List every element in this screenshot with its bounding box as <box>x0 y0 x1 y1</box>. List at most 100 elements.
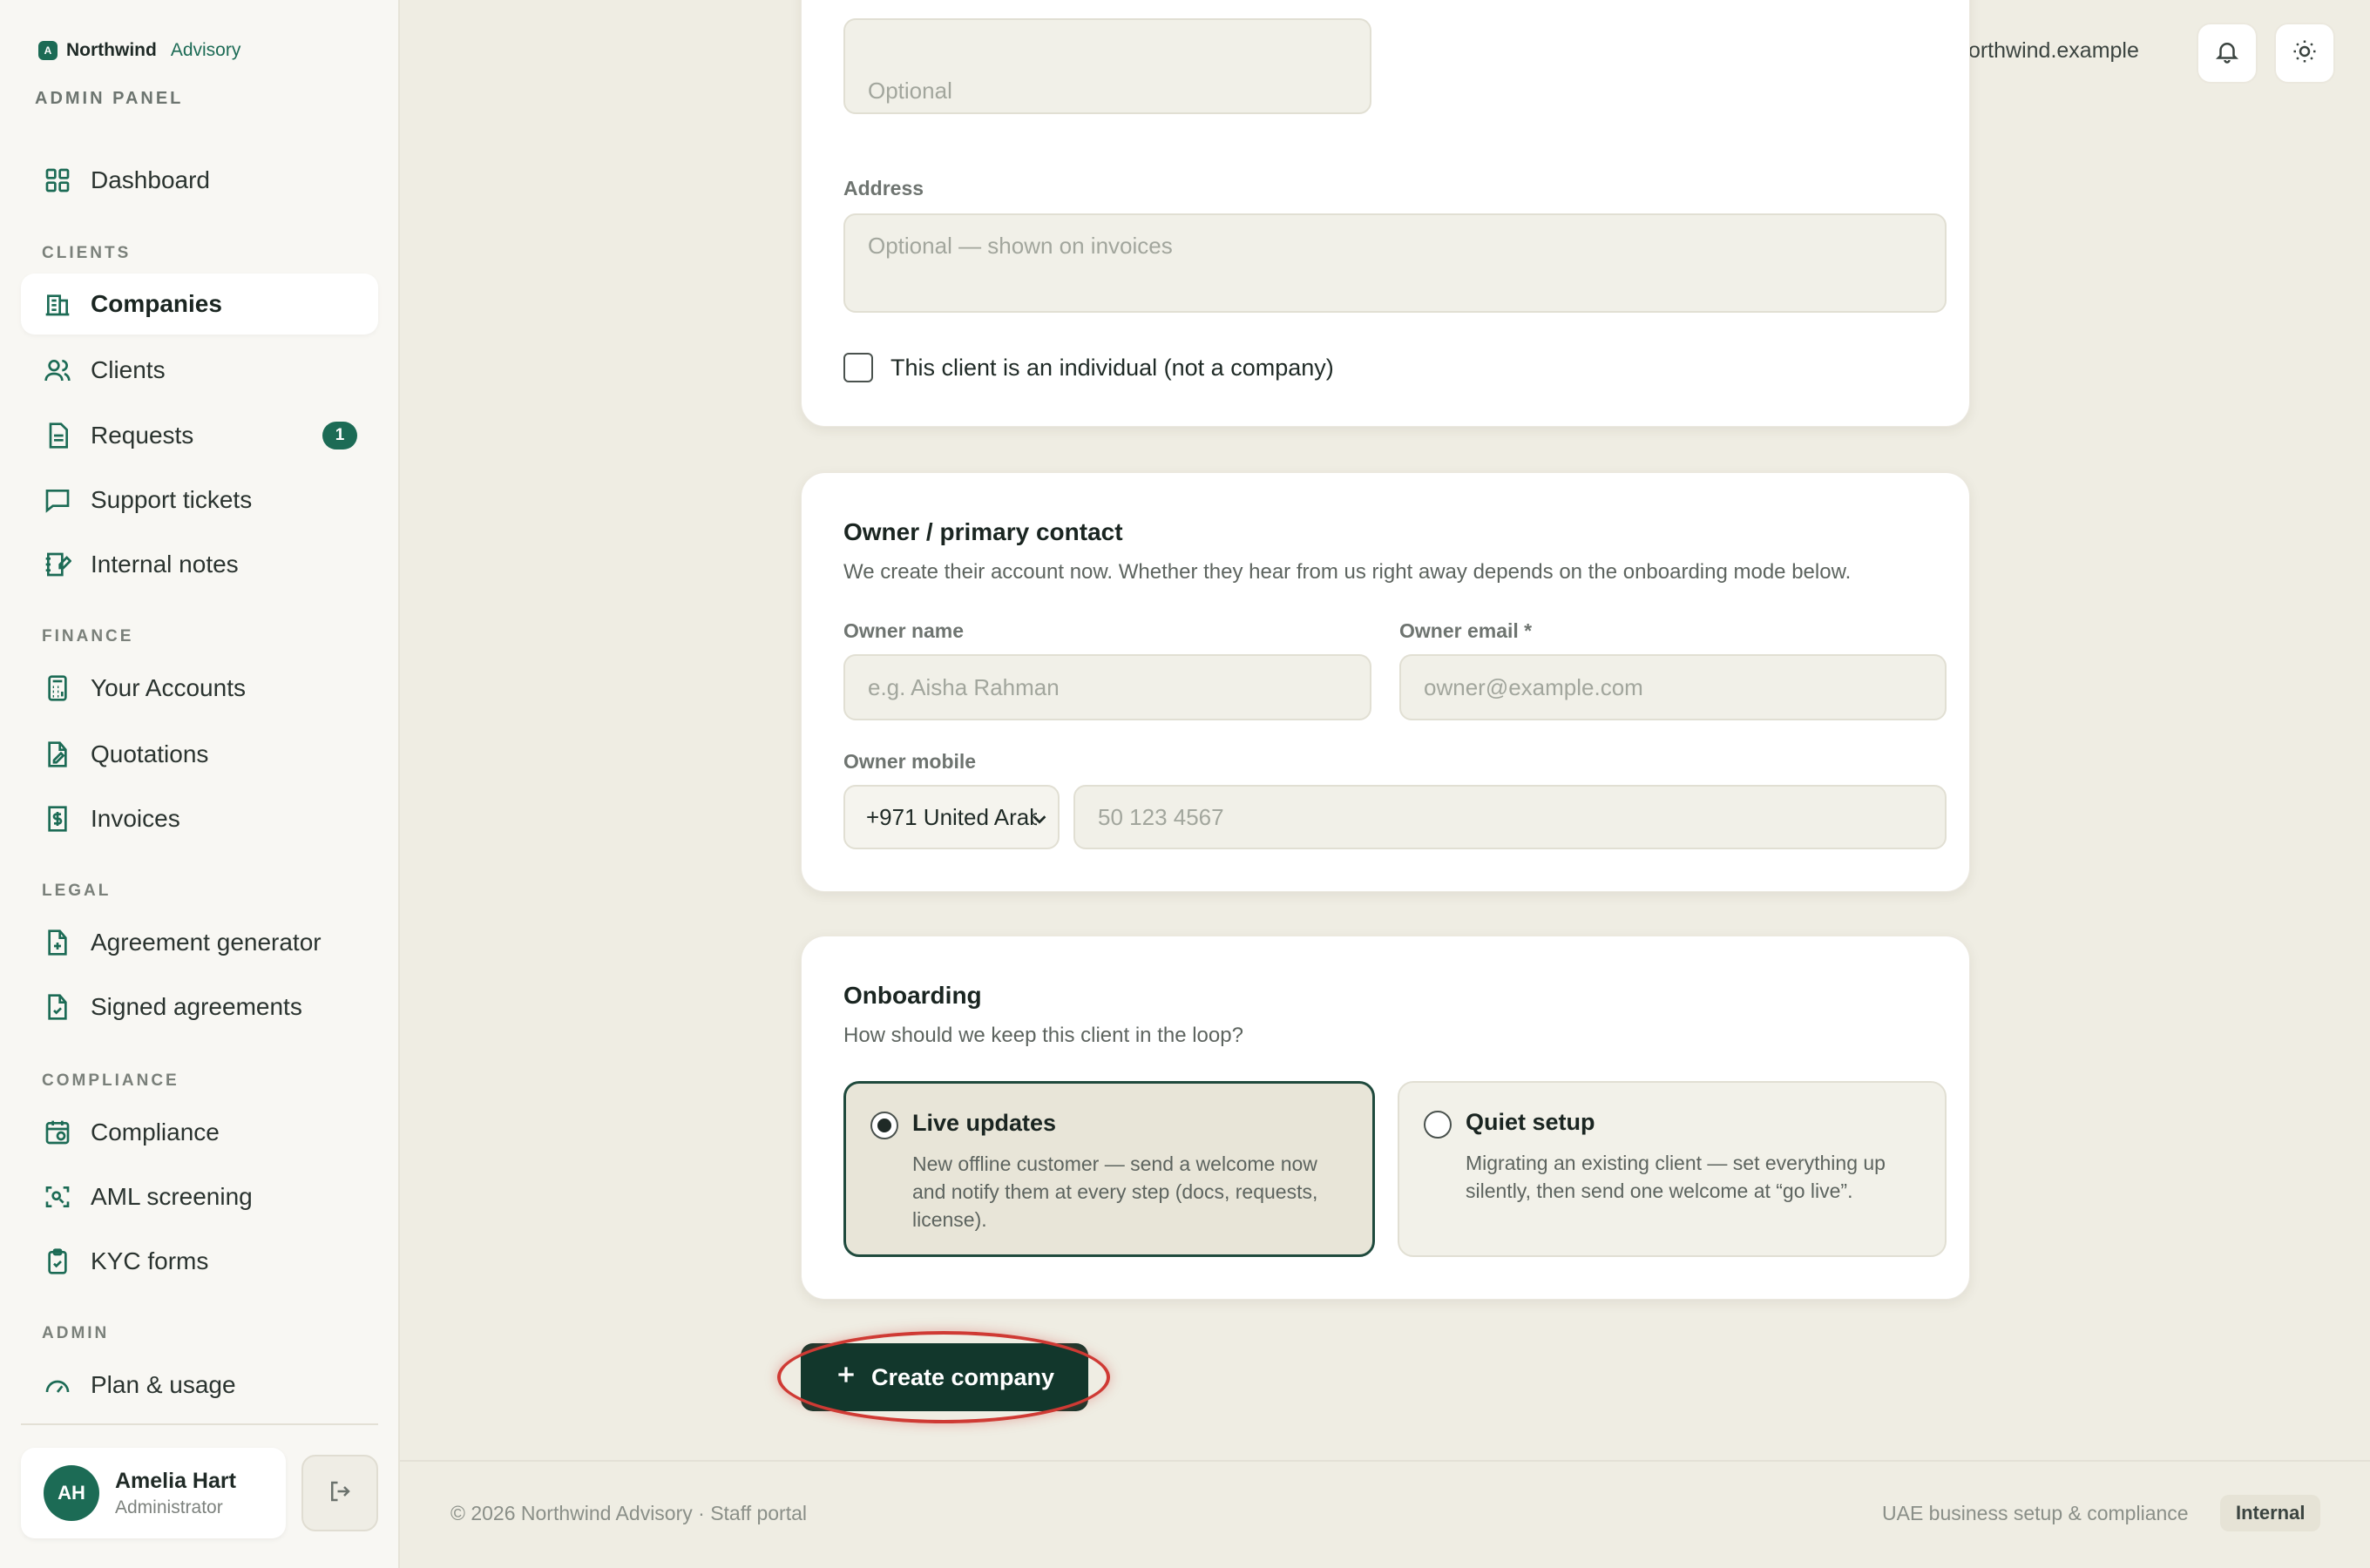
individual-checkbox[interactable] <box>843 353 873 382</box>
footer-divider <box>400 1460 2370 1462</box>
file-plus-icon <box>42 927 73 958</box>
owner-email-label: Owner email * <box>1399 619 1533 642</box>
brand-name: Northwind <box>66 40 157 60</box>
create-company-label: Create company <box>870 1363 1055 1390</box>
address-textarea[interactable]: Optional — shown on invoices <box>843 213 1947 313</box>
section-clients: CLIENTS <box>42 244 132 262</box>
receipt-dollar-icon <box>42 803 73 835</box>
owner-mobile-placeholder: 50 123 4567 <box>1098 803 1224 830</box>
optional-field-input[interactable]: Optional <box>843 18 1371 114</box>
country-code-select[interactable]: +971 United Arab Emirates <box>843 785 1060 849</box>
sidebar-item-label: Your Accounts <box>91 674 246 701</box>
admin-panel-label: ADMIN PANEL <box>35 89 184 108</box>
user-role: Administrator <box>115 1497 223 1517</box>
individual-checkbox-row[interactable]: This client is an individual (not a comp… <box>843 353 1334 382</box>
sidebar-item-clients[interactable]: Clients <box>21 340 378 401</box>
onboarding-option-live-updates[interactable]: Live updates New offline customer — send… <box>843 1081 1375 1257</box>
sidebar-item-label: Compliance <box>91 1119 220 1146</box>
logout-button[interactable] <box>301 1455 378 1531</box>
owner-card-subtitle: We create their account now. Whether the… <box>843 560 1852 584</box>
sidebar-item-companies[interactable]: Companies <box>21 274 378 335</box>
footer-copyright: © 2026 Northwind Advisory · Staff portal <box>450 1502 808 1524</box>
section-compliance: COMPLIANCE <box>42 1071 179 1090</box>
sidebar-item-your-accounts[interactable]: Your Accounts <box>21 658 378 719</box>
owner-name-placeholder: e.g. Aisha Rahman <box>868 673 1060 700</box>
sidebar-item-kyc-forms[interactable]: KYC forms <box>21 1231 378 1292</box>
onboarding-card: Onboarding How should we keep this clien… <box>801 936 1970 1300</box>
sidebar-item-label: AML screening <box>91 1183 253 1210</box>
file-check-icon <box>42 991 73 1023</box>
sidebar-item-support-tickets[interactable]: Support tickets <box>21 470 378 531</box>
internal-badge: Internal <box>2220 1495 2321 1531</box>
chat-icon <box>42 484 73 516</box>
sidebar-item-compliance[interactable]: Compliance <box>21 1102 378 1163</box>
scan-search-icon <box>42 1181 73 1213</box>
sidebar-item-invoices[interactable]: Invoices <box>21 788 378 849</box>
address-placeholder: Optional — shown on invoices <box>868 233 1173 259</box>
owner-mobile-input[interactable]: 50 123 4567 <box>1073 785 1947 849</box>
calculator-icon <box>42 672 73 704</box>
user-card[interactable]: AH Amelia Hart Administrator <box>21 1448 286 1538</box>
sidebar-item-label: Dashboard <box>91 166 210 193</box>
company-details-card: Optional Address Optional — shown on inv… <box>801 0 1970 427</box>
brand-logo[interactable]: A Northwind Advisory <box>38 40 240 61</box>
sidebar-divider <box>21 1423 378 1425</box>
sun-icon <box>2292 38 2318 69</box>
country-code-value: +971 United Arab Emirates <box>866 803 1037 830</box>
owner-name-label: Owner name <box>843 619 965 642</box>
sidebar-item-requests[interactable]: Requests 1 <box>21 405 378 466</box>
section-legal: LEGAL <box>42 882 112 900</box>
notebook-pen-icon <box>42 549 73 580</box>
sidebar-item-aml-screening[interactable]: AML screening <box>21 1166 378 1227</box>
section-admin: ADMIN <box>42 1324 110 1342</box>
owner-email-placeholder: owner@example.com <box>1424 673 1643 700</box>
sidebar-item-label: Internal notes <box>91 551 239 578</box>
section-finance: FINANCE <box>42 627 134 645</box>
create-company-button[interactable]: Create company <box>801 1343 1088 1411</box>
gauge-icon <box>42 1369 73 1401</box>
file-pen-icon <box>42 739 73 770</box>
sidebar-item-label: Companies <box>91 290 222 317</box>
logout-icon <box>327 1478 353 1509</box>
building-icon <box>42 288 73 320</box>
option-description: New offline customer — send a welcome no… <box>912 1152 1318 1231</box>
sidebar-item-quotations[interactable]: Quotations <box>21 724 378 785</box>
owner-email-input[interactable]: owner@example.com <box>1399 654 1947 720</box>
sidebar-item-label: Invoices <box>91 805 180 832</box>
document-icon <box>42 420 73 451</box>
onboarding-option-quiet-setup[interactable]: Quiet setup Migrating an existing client… <box>1398 1081 1947 1257</box>
sidebar-item-label: Requests <box>91 422 194 449</box>
sidebar-item-label: Signed agreements <box>91 993 302 1020</box>
users-icon <box>42 355 73 386</box>
sidebar-item-label: Quotations <box>91 740 209 767</box>
optional-field-placeholder: Optional <box>868 77 952 104</box>
clipboard-check-icon <box>42 1246 73 1277</box>
quiet-setup-radio[interactable] <box>1424 1111 1452 1139</box>
sidebar-item-dashboard[interactable]: Dashboard <box>21 150 378 211</box>
sidebar-item-plan-usage[interactable]: Plan & usage <box>21 1355 378 1416</box>
option-description: Migrating an existing client — set every… <box>1466 1152 1886 1202</box>
sidebar-item-label: Clients <box>91 356 166 383</box>
theme-toggle-button[interactable] <box>2274 23 2335 84</box>
avatar: AH <box>44 1465 99 1521</box>
plus-icon <box>835 1363 857 1392</box>
sidebar-item-label: Support tickets <box>91 486 253 513</box>
option-title: Live updates <box>912 1110 1057 1136</box>
owner-contact-card: Owner / primary contact We create their … <box>801 472 1970 892</box>
notifications-button[interactable] <box>2197 23 2258 84</box>
onboarding-card-title: Onboarding <box>843 982 982 1009</box>
sidebar-item-internal-notes[interactable]: Internal notes <box>21 534 378 595</box>
sidebar: A Northwind Advisory ADMIN PANEL Dashboa… <box>0 0 400 1568</box>
sidebar-item-label: Plan & usage <box>91 1371 236 1398</box>
individual-checkbox-label[interactable]: This client is an individual (not a comp… <box>890 355 1334 382</box>
chevron-down-icon <box>1030 808 1049 827</box>
sidebar-item-label: KYC forms <box>91 1247 209 1274</box>
owner-name-input[interactable]: e.g. Aisha Rahman <box>843 654 1371 720</box>
live-updates-radio[interactable] <box>870 1112 898 1139</box>
bell-icon <box>2214 38 2240 69</box>
sidebar-item-signed-agreements[interactable]: Signed agreements <box>21 977 378 1037</box>
sidebar-item-agreement-generator[interactable]: Agreement generator <box>21 912 378 973</box>
owner-card-title: Owner / primary contact <box>843 518 1123 545</box>
brand-mark-icon: A <box>38 41 58 60</box>
sidebar-item-label: Agreement generator <box>91 929 322 956</box>
